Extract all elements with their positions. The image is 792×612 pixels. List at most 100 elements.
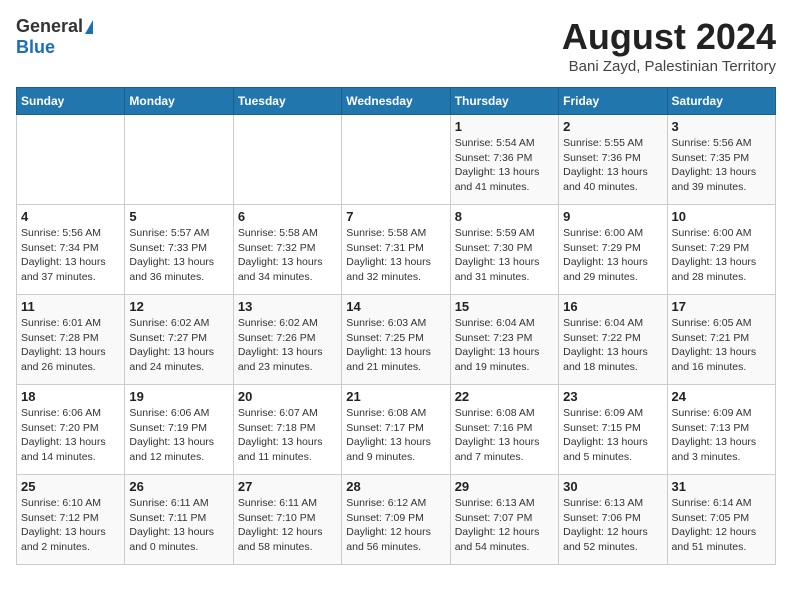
day-info: Sunrise: 5:58 AMSunset: 7:32 PMDaylight:… <box>238 226 337 285</box>
calendar-day-cell <box>125 115 233 205</box>
day-info: Sunrise: 6:11 AMSunset: 7:11 PMDaylight:… <box>129 496 228 555</box>
day-info: Sunrise: 6:08 AMSunset: 7:16 PMDaylight:… <box>455 406 554 465</box>
calendar-day-cell: 5Sunrise: 5:57 AMSunset: 7:33 PMDaylight… <box>125 205 233 295</box>
calendar-day-cell <box>342 115 450 205</box>
calendar-day-cell: 11 Sunrise: 6:01 AMSunset: 7:28 PMDayligh… <box>17 295 125 385</box>
calendar-day-header: Tuesday <box>233 88 341 115</box>
day-number: 11 <box>21 299 120 314</box>
day-info: Sunrise: 5:54 AMSunset: 7:36 PMDaylight:… <box>455 136 554 195</box>
day-info: Sunrise: 6:03 AMSunset: 7:25 PMDaylight:… <box>346 316 445 375</box>
day-number: 17 <box>672 299 771 314</box>
day-info: Sunrise: 6:11 AMSunset: 7:10 PMDaylight:… <box>238 496 337 555</box>
day-info: Sunrise: 5:58 AMSunset: 7:31 PMDaylight:… <box>346 226 445 285</box>
day-number: 30 <box>563 479 662 494</box>
logo-blue-text: Blue <box>16 37 55 58</box>
calendar-day-cell: 14Sunrise: 6:03 AMSunset: 7:25 PMDayligh… <box>342 295 450 385</box>
day-info: Sunrise: 6:05 AMSunset: 7:21 PMDaylight:… <box>672 316 771 375</box>
calendar-day-cell: 6 Sunrise: 5:58 AMSunset: 7:32 PMDaylight… <box>233 205 341 295</box>
day-number: 22 <box>455 389 554 404</box>
day-number: 3 <box>672 119 771 134</box>
calendar-day-cell: 18 Sunrise: 6:06 AMSunset: 7:20 PMDayligh… <box>17 385 125 475</box>
day-info: Sunrise: 6:00 AMSunset: 7:29 PMDaylight:… <box>563 226 662 285</box>
calendar-day-cell <box>17 115 125 205</box>
day-number: 1 <box>455 119 554 134</box>
day-number: 10 <box>672 209 771 224</box>
day-number: 21 <box>346 389 445 404</box>
calendar-day-header: Sunday <box>17 88 125 115</box>
calendar-day-cell: 7 Sunrise: 5:58 AMSunset: 7:31 PMDaylight… <box>342 205 450 295</box>
day-info: Sunrise: 5:56 AMSunset: 7:34 PMDaylight:… <box>21 226 120 285</box>
location-subtitle: Bani Zayd, Palestinian Territory <box>562 58 776 75</box>
day-info: Sunrise: 6:13 AMSunset: 7:07 PMDaylight:… <box>455 496 554 555</box>
day-info: Sunrise: 6:01 AMSunset: 7:28 PMDaylight:… <box>21 316 120 375</box>
calendar-day-cell: 28 Sunrise: 6:12 AMSunset: 7:09 PMDayligh… <box>342 475 450 565</box>
day-number: 20 <box>238 389 337 404</box>
day-number: 16 <box>563 299 662 314</box>
day-number: 2 <box>563 119 662 134</box>
calendar-day-cell: 1 Sunrise: 5:54 AMSunset: 7:36 PMDaylight… <box>450 115 558 205</box>
calendar-day-cell: 22 Sunrise: 6:08 AMSunset: 7:16 PMDayligh… <box>450 385 558 475</box>
day-info: Sunrise: 6:02 AMSunset: 7:26 PMDaylight:… <box>238 316 337 375</box>
calendar-day-header: Wednesday <box>342 88 450 115</box>
calendar-day-cell: 24Sunrise: 6:09 AMSunset: 7:13 PMDayligh… <box>667 385 775 475</box>
day-number: 7 <box>346 209 445 224</box>
day-info: Sunrise: 6:07 AMSunset: 7:18 PMDaylight:… <box>238 406 337 465</box>
day-info: Sunrise: 6:14 AMSunset: 7:05 PMDaylight:… <box>672 496 771 555</box>
calendar-day-cell: 13Sunrise: 6:02 AMSunset: 7:26 PMDayligh… <box>233 295 341 385</box>
calendar-day-cell: 8Sunrise: 5:59 AMSunset: 7:30 PMDaylight… <box>450 205 558 295</box>
day-number: 9 <box>563 209 662 224</box>
logo-general-text: General <box>16 16 83 37</box>
day-info: Sunrise: 6:09 AMSunset: 7:13 PMDaylight:… <box>672 406 771 465</box>
day-number: 25 <box>21 479 120 494</box>
day-info: Sunrise: 6:02 AMSunset: 7:27 PMDaylight:… <box>129 316 228 375</box>
day-number: 27 <box>238 479 337 494</box>
day-info: Sunrise: 6:06 AMSunset: 7:19 PMDaylight:… <box>129 406 228 465</box>
day-info: Sunrise: 6:13 AMSunset: 7:06 PMDaylight:… <box>563 496 662 555</box>
calendar-week-row: 1 Sunrise: 5:54 AMSunset: 7:36 PMDaylight… <box>17 115 776 205</box>
day-number: 28 <box>346 479 445 494</box>
calendar-day-cell: 4 Sunrise: 5:56 AMSunset: 7:34 PMDaylight… <box>17 205 125 295</box>
calendar-week-row: 25 Sunrise: 6:10 AMSunset: 7:12 PMDayligh… <box>17 475 776 565</box>
logo: General Blue <box>16 16 93 58</box>
day-info: Sunrise: 5:59 AMSunset: 7:30 PMDaylight:… <box>455 226 554 285</box>
calendar-day-cell: 26 Sunrise: 6:11 AMSunset: 7:11 PMDayligh… <box>125 475 233 565</box>
day-info: Sunrise: 6:06 AMSunset: 7:20 PMDaylight:… <box>21 406 120 465</box>
calendar-day-cell: 27 Sunrise: 6:11 AMSunset: 7:10 PMDayligh… <box>233 475 341 565</box>
day-number: 18 <box>21 389 120 404</box>
calendar-day-cell: 9 Sunrise: 6:00 AMSunset: 7:29 PMDaylight… <box>559 205 667 295</box>
page-header: General Blue August 2024 Bani Zayd, Pale… <box>16 16 776 75</box>
calendar-header-row: SundayMondayTuesdayWednesdayThursdayFrid… <box>17 88 776 115</box>
calendar-day-header: Friday <box>559 88 667 115</box>
day-number: 29 <box>455 479 554 494</box>
day-info: Sunrise: 5:56 AMSunset: 7:35 PMDaylight:… <box>672 136 771 195</box>
calendar-week-row: 4 Sunrise: 5:56 AMSunset: 7:34 PMDaylight… <box>17 205 776 295</box>
day-info: Sunrise: 6:12 AMSunset: 7:09 PMDaylight:… <box>346 496 445 555</box>
calendar-day-cell: 10 Sunrise: 6:00 AMSunset: 7:29 PMDayligh… <box>667 205 775 295</box>
calendar-day-cell: 17 Sunrise: 6:05 AMSunset: 7:21 PMDayligh… <box>667 295 775 385</box>
calendar-day-cell: 19 Sunrise: 6:06 AMSunset: 7:19 PMDayligh… <box>125 385 233 475</box>
calendar-day-cell: 21 Sunrise: 6:08 AMSunset: 7:17 PMDayligh… <box>342 385 450 475</box>
day-number: 19 <box>129 389 228 404</box>
day-info: Sunrise: 6:00 AMSunset: 7:29 PMDaylight:… <box>672 226 771 285</box>
day-info: Sunrise: 6:04 AMSunset: 7:22 PMDaylight:… <box>563 316 662 375</box>
title-area: August 2024 Bani Zayd, Palestinian Terri… <box>562 16 776 75</box>
day-info: Sunrise: 6:10 AMSunset: 7:12 PMDaylight:… <box>21 496 120 555</box>
day-number: 31 <box>672 479 771 494</box>
calendar-table: SundayMondayTuesdayWednesdayThursdayFrid… <box>16 87 776 565</box>
day-number: 6 <box>238 209 337 224</box>
calendar-day-cell: 2Sunrise: 5:55 AMSunset: 7:36 PMDaylight… <box>559 115 667 205</box>
calendar-day-header: Monday <box>125 88 233 115</box>
day-number: 15 <box>455 299 554 314</box>
day-number: 12 <box>129 299 228 314</box>
calendar-day-header: Saturday <box>667 88 775 115</box>
calendar-day-cell: 15Sunrise: 6:04 AMSunset: 7:23 PMDayligh… <box>450 295 558 385</box>
day-number: 26 <box>129 479 228 494</box>
calendar-day-cell: 23Sunrise: 6:09 AMSunset: 7:15 PMDayligh… <box>559 385 667 475</box>
calendar-day-cell: 20 Sunrise: 6:07 AMSunset: 7:18 PMDayligh… <box>233 385 341 475</box>
calendar-day-cell: 25 Sunrise: 6:10 AMSunset: 7:12 PMDayligh… <box>17 475 125 565</box>
calendar-day-cell: 31 Sunrise: 6:14 AMSunset: 7:05 PMDayligh… <box>667 475 775 565</box>
calendar-day-cell: 3 Sunrise: 5:56 AMSunset: 7:35 PMDaylight… <box>667 115 775 205</box>
day-number: 23 <box>563 389 662 404</box>
day-number: 4 <box>21 209 120 224</box>
day-info: Sunrise: 6:08 AMSunset: 7:17 PMDaylight:… <box>346 406 445 465</box>
